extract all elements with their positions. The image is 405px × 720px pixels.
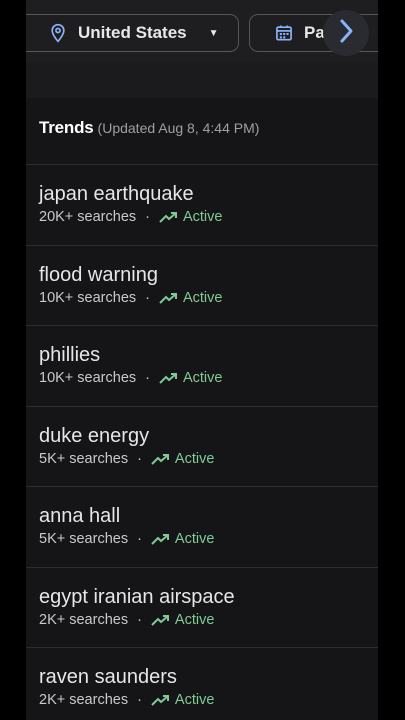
- search-volume: 5K+ searches: [39, 531, 129, 547]
- trend-meta: 10K+ searches · Active: [39, 370, 378, 386]
- trend-meta: 2K+ searches · Active: [39, 692, 378, 708]
- search-volume: 20K+ searches: [39, 209, 137, 225]
- filter-bar: United States ▼ Pa: [26, 0, 378, 62]
- trends-header: Trends (Updated Aug 8, 4:44 PM): [39, 118, 259, 138]
- trending-up-icon: [151, 614, 170, 626]
- trend-status: Active: [182, 209, 223, 225]
- trend-row[interactable]: anna hall 5K+ searches · Active: [26, 486, 378, 567]
- location-pin-icon: [48, 23, 68, 43]
- trend-meta: 5K+ searches · Active: [39, 451, 378, 467]
- trend-name: flood warning: [39, 263, 158, 286]
- search-volume: 5K+ searches: [39, 450, 129, 467]
- location-filter-label: United States: [78, 23, 187, 42]
- caret-down-icon: ▼: [208, 27, 219, 39]
- trend-name: duke energy: [39, 424, 150, 447]
- trends-title: Trends: [39, 118, 94, 137]
- scroll-filters-next-button[interactable]: [323, 10, 369, 56]
- trending-up-icon: [159, 211, 178, 223]
- trend-status: Active: [174, 450, 215, 467]
- trend-meta: 10K+ searches · Active: [39, 290, 378, 306]
- trend-row[interactable]: phillies 10K+ searches · Active: [26, 325, 378, 406]
- separator-dot: ·: [137, 450, 142, 467]
- search-volume: 10K+ searches: [39, 289, 137, 306]
- trend-name: anna hall: [39, 505, 121, 527]
- filter-divider: [26, 62, 378, 98]
- updated-timestamp: (Updated Aug 8, 4:44 PM): [97, 120, 260, 136]
- location-filter-chip[interactable]: United States ▼: [26, 14, 239, 52]
- trend-status: Active: [174, 611, 215, 628]
- search-volume: 2K+ searches: [39, 611, 129, 628]
- trend-row[interactable]: duke energy 5K+ searches · Active: [26, 405, 378, 487]
- trends-list: japan earthquake 20K+ searches · Active …: [26, 164, 378, 720]
- separator-dot: ·: [137, 531, 142, 547]
- trend-status: Active: [174, 531, 215, 547]
- separator-dot: ·: [145, 370, 150, 386]
- trending-up-icon: [151, 694, 170, 706]
- trend-name: phillies: [39, 344, 101, 366]
- trend-status: Active: [182, 370, 223, 386]
- chevron-right-icon: [335, 18, 357, 49]
- trend-name: raven saunders: [39, 666, 177, 688]
- separator-dot: ·: [145, 289, 150, 306]
- trend-row[interactable]: flood warning 10K+ searches · Active: [26, 244, 378, 326]
- trend-meta: 5K+ searches · Active: [39, 531, 378, 547]
- trend-row[interactable]: raven saunders 2K+ searches · Active: [26, 647, 378, 720]
- trend-meta: 20K+ searches · Active: [39, 209, 378, 225]
- trend-status: Active: [174, 692, 215, 708]
- trend-row[interactable]: japan earthquake 20K+ searches · Active: [26, 164, 378, 245]
- trending-up-icon: [159, 372, 178, 384]
- trend-row[interactable]: egypt iranian airspace 2K+ searches · Ac…: [26, 566, 378, 648]
- trending-up-icon: [159, 292, 178, 304]
- trend-name: japan earthquake: [39, 183, 194, 205]
- search-volume: 10K+ searches: [39, 370, 137, 386]
- separator-dot: ·: [137, 611, 142, 628]
- trending-up-icon: [151, 533, 170, 545]
- date-filter-label: Pa: [304, 23, 325, 42]
- search-volume: 2K+ searches: [39, 692, 129, 708]
- trend-name: egypt iranian airspace: [39, 585, 235, 608]
- trending-up-icon: [151, 453, 170, 465]
- trend-meta: 2K+ searches · Active: [39, 612, 378, 628]
- trend-status: Active: [182, 289, 223, 306]
- separator-dot: ·: [137, 692, 142, 708]
- trends-app: United States ▼ Pa Trends (Updated Aug 8…: [26, 0, 378, 720]
- separator-dot: ·: [145, 209, 150, 225]
- calendar-icon: [274, 23, 294, 43]
